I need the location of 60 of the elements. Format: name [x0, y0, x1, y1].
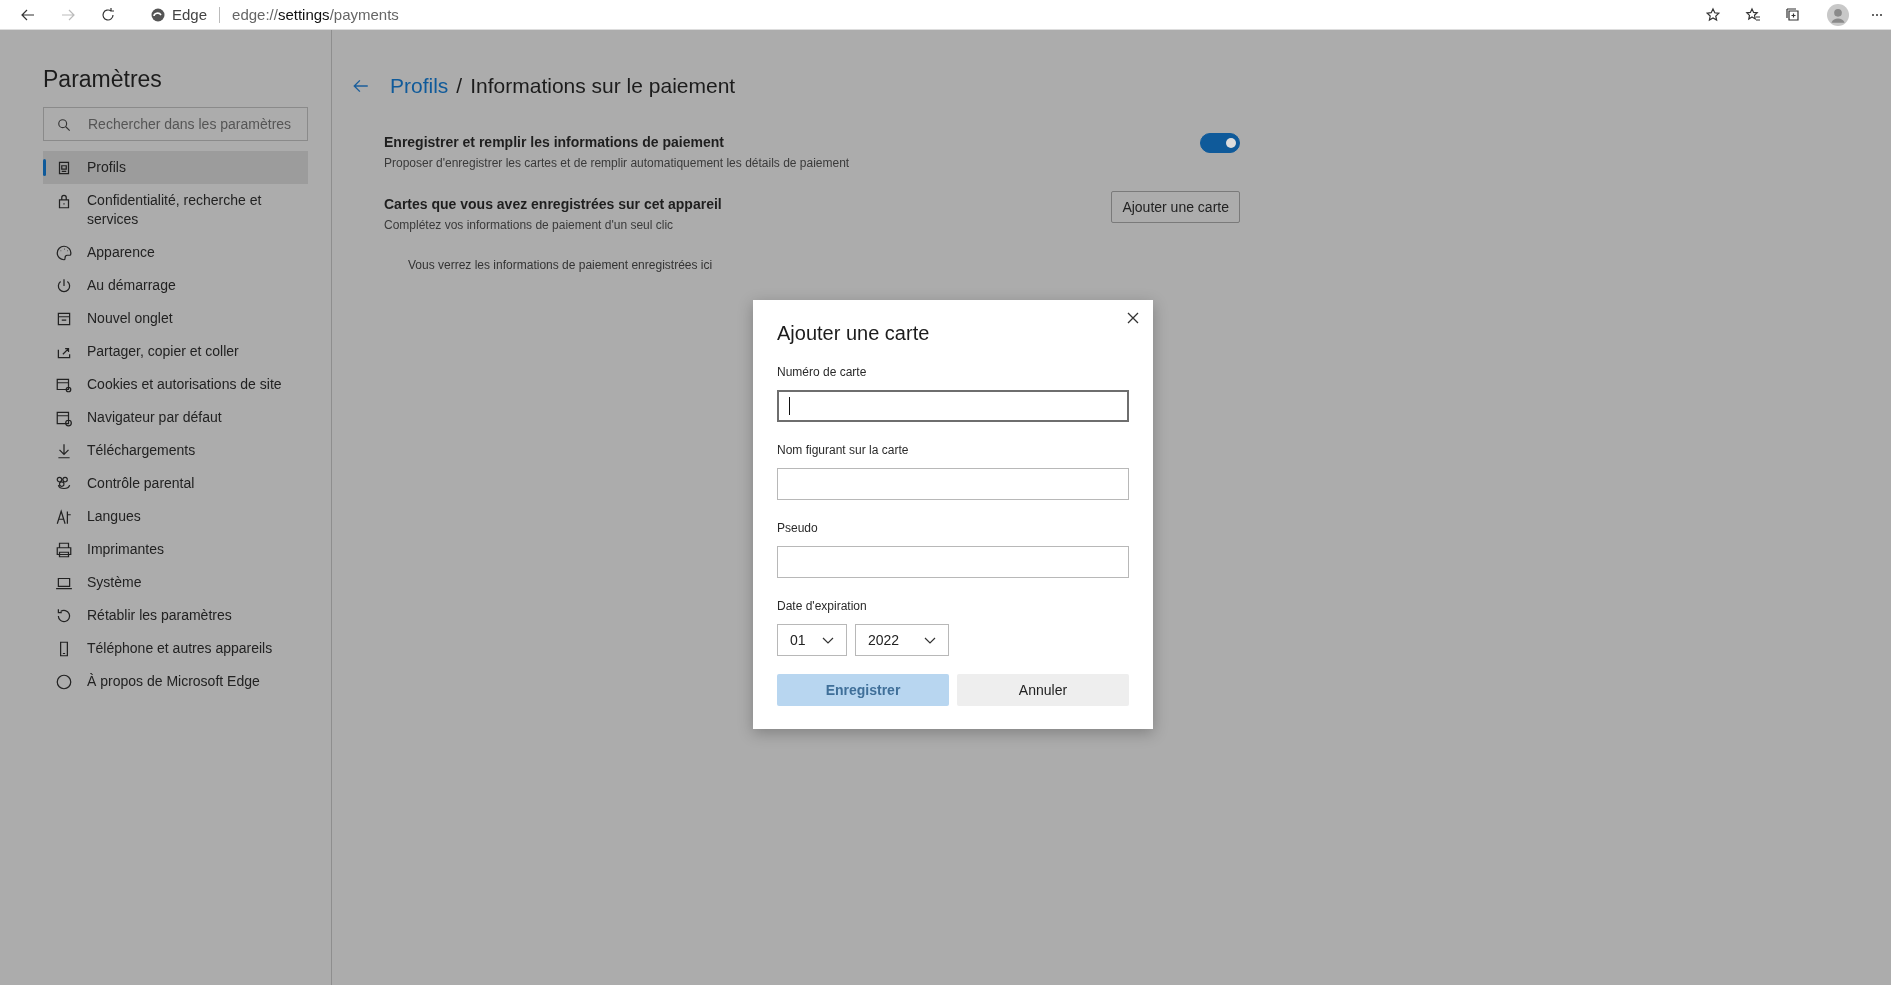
site-name: Edge: [172, 6, 208, 23]
reset-icon: [55, 607, 73, 625]
breadcrumb-separator: /: [456, 74, 463, 98]
field-label: Pseudo: [777, 521, 819, 535]
page-title: Informations sur le paiement: [470, 74, 736, 98]
field-label: Date d'expiration: [777, 599, 868, 613]
sidebar-item[interactable]: Navigateur par défaut: [43, 401, 308, 434]
sidebar-item[interactable]: Système: [43, 566, 308, 599]
sidebar-item[interactable]: Contrôle parental: [43, 467, 308, 500]
add-card-button[interactable]: Ajouter une carte: [1111, 191, 1240, 223]
field-label: Nom figurant sur la carte: [777, 443, 910, 457]
sidebar-item[interactable]: Rétablir les paramètres: [43, 599, 308, 632]
more-icon[interactable]: [1871, 12, 1883, 17]
cancel-button[interactable]: Annuler: [957, 674, 1129, 706]
sidebar-item[interactable]: Téléphone et autres appareils: [43, 632, 308, 665]
month-dropdown[interactable]: 01: [777, 624, 847, 656]
favorites-icon[interactable]: [1745, 6, 1761, 23]
setting-description: Proposer d'enregistrer les cartes et de remplir automatiquement les détails de paiement: [384, 156, 850, 170]
new-tab-icon: [55, 310, 73, 328]
setting-description: Complétez vos informations de paiement d'un seul clic: [384, 218, 675, 232]
language-icon: [55, 508, 73, 526]
sidebar-item[interactable]: Partager, copier et coller: [43, 335, 308, 368]
setting-title: Cartes que vous avez enregistrées sur cet appareil: [384, 196, 722, 212]
sidebar-item[interactable]: Langues: [43, 500, 308, 533]
setting-title: Enregistrer et remplir les informations de paiement: [384, 134, 725, 150]
printer-icon: [55, 541, 73, 559]
sidebar-item[interactable]: Au démarrage: [43, 269, 308, 302]
back-arrow-icon[interactable]: [352, 77, 370, 95]
chevron-down-icon: [924, 636, 936, 644]
sidebar-item[interactable]: Confidentialité, recherche et services: [43, 184, 308, 236]
year-dropdown[interactable]: 2022: [855, 624, 949, 656]
sidebar-item[interactable]: Cookies et autorisations de site: [43, 368, 308, 401]
sidebar-item[interactable]: Profils: [43, 151, 308, 184]
address-text[interactable]: edge://settings/payments: [232, 6, 399, 23]
sidebar-item[interactable]: Imprimantes: [43, 533, 308, 566]
input-field[interactable]: [777, 546, 1129, 578]
download-icon: [55, 442, 73, 460]
close-icon[interactable]: [1127, 312, 1139, 324]
empty-message: Vous verrez les informations de paiement enregistrées ici: [408, 258, 714, 272]
power-icon: [55, 277, 73, 295]
input-field[interactable]: [777, 390, 1129, 422]
sidebar-item[interactable]: Nouvel onglet: [43, 302, 308, 335]
field-label: Numéro de carte: [777, 365, 868, 379]
palette-icon: [55, 244, 73, 262]
dialog-title: Ajouter une carte: [777, 322, 931, 345]
browser-check-icon: [55, 409, 73, 427]
star-settings-icon[interactable]: [1705, 6, 1721, 23]
input-field[interactable]: [777, 468, 1129, 500]
sidebar-title: Paramètres: [43, 66, 163, 93]
refresh-icon[interactable]: [100, 6, 116, 23]
cookie-settings-icon: [55, 376, 73, 394]
avatar-icon[interactable]: [1827, 3, 1849, 26]
search-icon: [57, 118, 71, 132]
toggle-switch[interactable]: [1200, 133, 1240, 153]
sidebar-item[interactable]: Apparence: [43, 236, 308, 269]
chevron-down-icon: [822, 636, 834, 644]
sidebar-item[interactable]: À propos de Microsoft Edge: [43, 665, 308, 698]
sidebar-item[interactable]: Téléchargements: [43, 434, 308, 467]
search-field[interactable]: Rechercher dans les paramètres: [43, 107, 308, 141]
collections-icon[interactable]: [1785, 6, 1801, 23]
